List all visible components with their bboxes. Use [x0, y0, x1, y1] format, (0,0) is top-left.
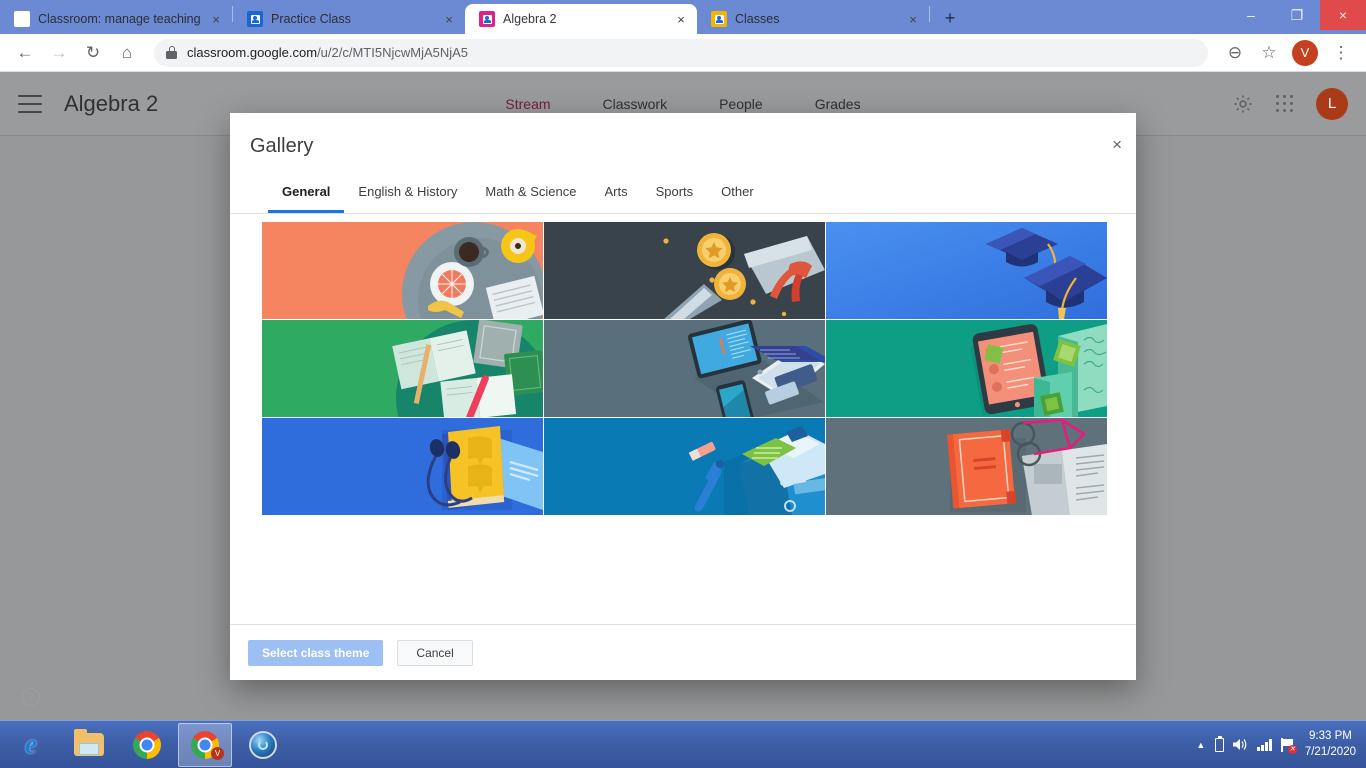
help-icon[interactable]: ?: [22, 688, 40, 706]
tab-close-icon[interactable]: ×: [673, 12, 689, 27]
theme-grid: [262, 222, 1107, 515]
home-icon[interactable]: ⌂: [112, 38, 142, 68]
tab-separator: [929, 6, 930, 22]
minimize-button[interactable]: –: [1228, 0, 1274, 30]
select-class-theme-button[interactable]: Select class theme: [248, 639, 384, 666]
chrome-icon: [133, 730, 161, 759]
profile-avatar[interactable]: V: [1292, 39, 1318, 66]
media-app-icon: [249, 730, 277, 759]
dialog-footer: Select class theme Cancel: [230, 624, 1136, 680]
address-bar-url: classroom.google.com/u/2/c/MTI5NjcwMjA5N…: [187, 45, 468, 60]
profile-badge: V: [211, 746, 224, 760]
google-icon: G: [14, 11, 30, 27]
tab-math-science[interactable]: Math & Science: [471, 174, 590, 213]
clock-time: 9:33 PM: [1309, 729, 1352, 742]
account-avatar[interactable]: L: [1316, 87, 1348, 120]
new-tab-button[interactable]: +: [936, 4, 964, 32]
gallery-category-tabs: General English & History Math & Science…: [250, 174, 1116, 213]
tab-close-icon[interactable]: ×: [441, 12, 457, 27]
tab-close-icon[interactable]: ×: [905, 12, 921, 27]
tab-close-icon[interactable]: ×: [208, 12, 224, 27]
back-icon[interactable]: ←: [10, 38, 40, 68]
theme-thumbnail-graduation-caps[interactable]: [826, 222, 1107, 319]
file-explorer-icon: [74, 729, 104, 756]
taskbar-internet-explorer[interactable]: e: [4, 723, 58, 767]
close-window-button[interactable]: ×: [1320, 0, 1366, 30]
classroom-header-actions: L: [1232, 87, 1348, 120]
tab-title: Classroom: manage teaching and: [38, 12, 200, 26]
chrome-menu-icon[interactable]: ⋮: [1326, 38, 1356, 68]
classroom-icon: [711, 11, 727, 27]
theme-thumbnail-medals-diploma[interactable]: [544, 222, 825, 319]
theme-thumbnail-book-earbuds-blue[interactable]: [262, 418, 543, 515]
tab-other[interactable]: Other: [707, 174, 768, 213]
tab-arts[interactable]: Arts: [590, 174, 641, 213]
classroom-icon: [479, 11, 495, 27]
tab-title: Practice Class: [271, 12, 351, 26]
browser-window: G Classroom: manage teaching and × Pract…: [0, 0, 1366, 720]
network-signal-icon[interactable]: [1257, 738, 1272, 751]
tab-title: Classes: [735, 12, 780, 26]
browser-tab-0[interactable]: G Classroom: manage teaching and ×: [0, 4, 232, 34]
theme-thumbnail-book-glasses-news[interactable]: [826, 418, 1107, 515]
zoom-out-icon[interactable]: ⊖: [1220, 38, 1250, 68]
bookmark-star-icon[interactable]: ☆: [1254, 38, 1284, 68]
classroom-icon: [247, 11, 263, 27]
apps-grid-icon[interactable]: [1276, 94, 1294, 113]
taskbar-media-app[interactable]: [236, 723, 290, 767]
theme-thumbnail-phone-notes-teal[interactable]: [826, 320, 1107, 417]
clock-date: 7/21/2020: [1304, 745, 1356, 758]
browser-toolbar: ← → ↻ ⌂ classroom.google.com/u/2/c/MTI5N…: [0, 34, 1366, 72]
theme-thumbnail-laptop-tablet-phone[interactable]: [544, 320, 825, 417]
taskbar-chrome[interactable]: [120, 723, 174, 767]
gear-icon[interactable]: [1232, 93, 1254, 115]
reload-icon[interactable]: ↻: [78, 38, 108, 68]
volume-icon[interactable]: [1233, 738, 1248, 751]
taskbar-file-explorer[interactable]: [62, 723, 116, 767]
tab-english-history[interactable]: English & History: [344, 174, 471, 213]
browser-tab-3[interactable]: Classes ×: [697, 4, 929, 34]
tab-title: Algebra 2: [503, 12, 557, 26]
battery-icon[interactable]: [1215, 735, 1225, 752]
clock[interactable]: 9:33 PM 7/21/2020: [1305, 729, 1356, 760]
windows-taskbar: e V ▲ ✕ 9:33 PM 7/21/2020: [0, 720, 1366, 768]
tray-icons: ✕: [1215, 735, 1297, 754]
browser-tab-strip: G Classroom: manage teaching and × Pract…: [0, 0, 1366, 34]
close-icon[interactable]: ×: [1112, 135, 1122, 155]
url-path: /u/2/c/MTI5NjcwMjA5NjA5: [317, 45, 469, 60]
theme-thumbnail-books-desk-green[interactable]: [262, 320, 543, 417]
maximize-button[interactable]: ❐: [1274, 0, 1320, 30]
theme-thumbnail-breakfast-table[interactable]: [262, 222, 543, 319]
theme-gallery: [230, 214, 1136, 624]
theme-thumbnail-backpack-supplies[interactable]: [544, 418, 825, 515]
browser-tab-2[interactable]: Algebra 2 ×: [465, 4, 697, 34]
cancel-button[interactable]: Cancel: [397, 639, 473, 666]
gallery-dialog: Gallery × General English & History Math…: [230, 113, 1136, 680]
address-bar[interactable]: classroom.google.com/u/2/c/MTI5NjcwMjA5N…: [154, 38, 1208, 67]
window-controls: – ❐ ×: [1228, 0, 1366, 30]
forward-icon[interactable]: →: [44, 38, 74, 68]
tab-sports[interactable]: Sports: [642, 174, 708, 213]
dialog-title: Gallery: [250, 135, 314, 157]
tab-general[interactable]: General: [268, 174, 345, 213]
browser-tab-1[interactable]: Practice Class ×: [233, 4, 465, 34]
screen: G Classroom: manage teaching and × Pract…: [0, 0, 1366, 768]
internet-explorer-icon: e: [25, 729, 37, 759]
show-hidden-icons[interactable]: ▲: [1196, 740, 1205, 750]
url-host: classroom.google.com: [187, 45, 318, 60]
lock-icon: [166, 46, 177, 59]
action-center-flag-icon[interactable]: ✕: [1280, 737, 1297, 754]
system-tray: ▲ ✕ 9:33 PM 7/21/2020: [1196, 729, 1366, 760]
dialog-header: Gallery × General English & History Math…: [230, 113, 1136, 213]
taskbar-chrome-window[interactable]: V: [178, 722, 232, 767]
